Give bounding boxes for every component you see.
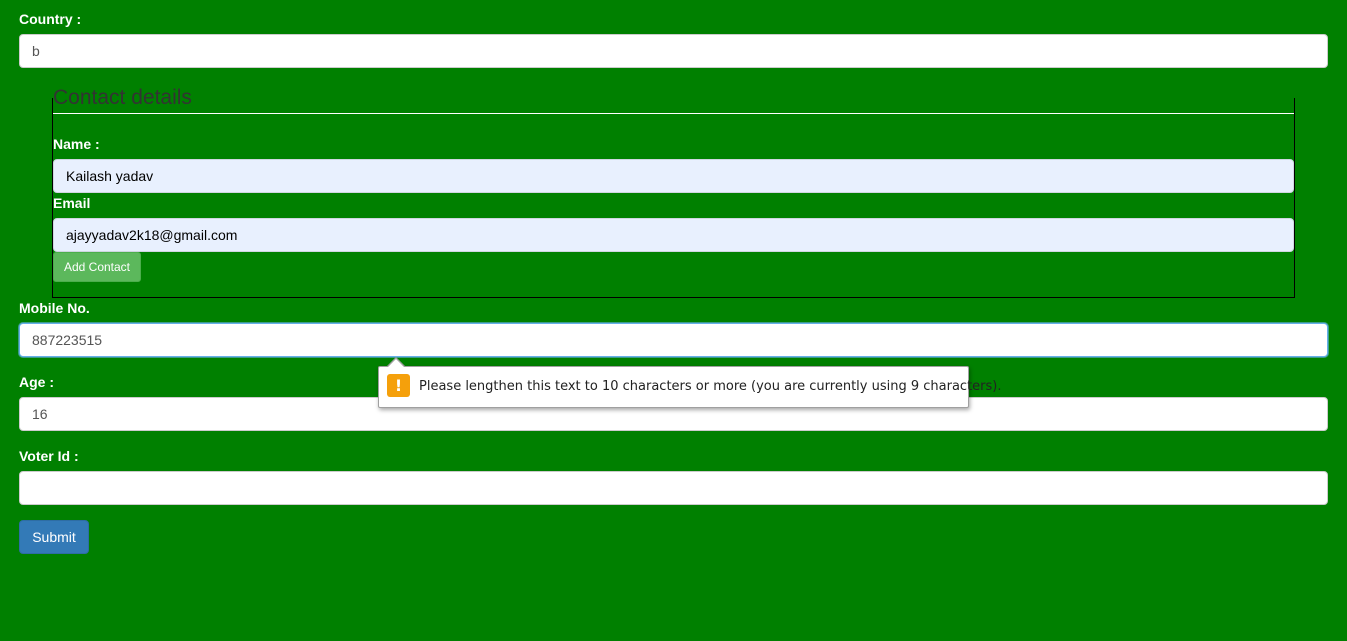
contact-details-legend: Contact details bbox=[53, 86, 192, 109]
legend-divider bbox=[53, 113, 1294, 114]
email-label: Email bbox=[53, 195, 91, 211]
voter-id-label: Voter Id : bbox=[19, 448, 79, 464]
country-input[interactable]: b bbox=[19, 34, 1328, 68]
name-input[interactable]: Kailash yadav bbox=[53, 159, 1294, 193]
name-label: Name : bbox=[53, 136, 100, 152]
validation-tooltip: Please lengthen this text to 10 characte… bbox=[378, 366, 1001, 408]
tooltip-arrow-fill bbox=[387, 359, 405, 368]
warning-icon: ! bbox=[387, 374, 410, 397]
age-label: Age : bbox=[19, 374, 54, 390]
email-input[interactable]: ajayyadav2k18@gmail.com bbox=[53, 218, 1294, 252]
voter-id-input[interactable] bbox=[19, 471, 1328, 505]
mobile-input[interactable]: 887223515 bbox=[19, 323, 1328, 357]
add-contact-button[interactable]: Add Contact bbox=[53, 252, 141, 282]
submit-button[interactable]: Submit bbox=[19, 520, 89, 554]
mobile-label: Mobile No. bbox=[19, 300, 90, 316]
contact-details-fieldset bbox=[52, 98, 1295, 298]
country-label: Country : bbox=[19, 11, 82, 27]
validation-message: Please lengthen this text to 10 characte… bbox=[419, 379, 1002, 394]
